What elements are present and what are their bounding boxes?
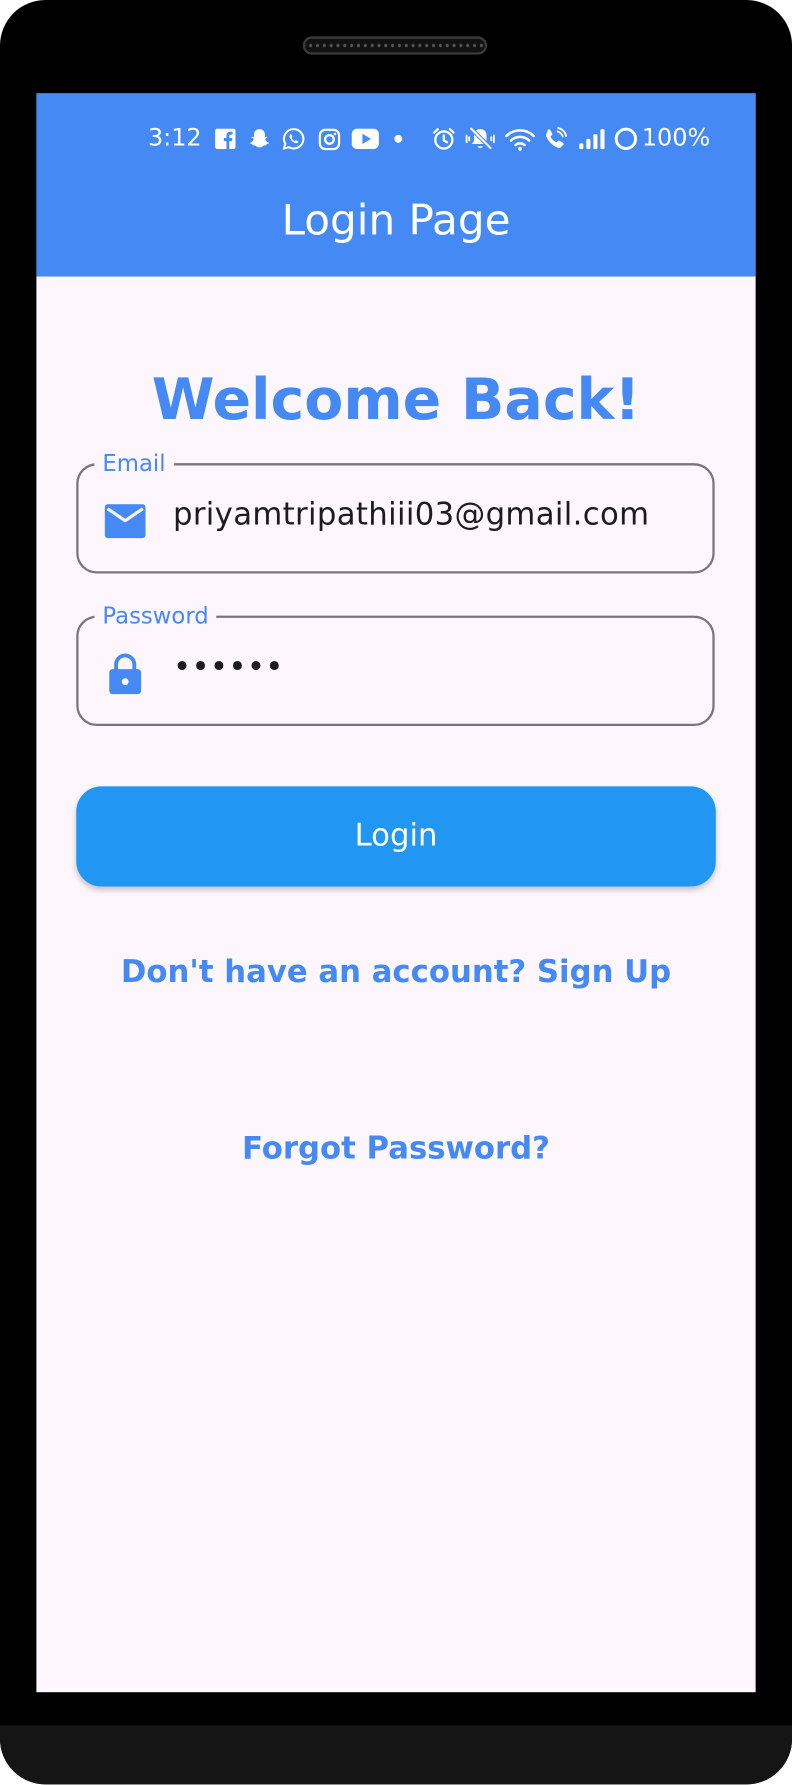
earpiece-speaker xyxy=(302,36,488,55)
app-bar: 3:12 100% Login Page xyxy=(36,93,756,277)
page-title: Login Page xyxy=(281,195,511,245)
forgot-password-link[interactable]: Forgot Password? xyxy=(36,1131,755,1166)
login-button[interactable]: Login xyxy=(76,786,716,887)
more-dot-icon xyxy=(385,123,412,155)
phone-frame: 3:12 100% Login Page Welcome Back! Email… xyxy=(0,0,792,1785)
mail-icon xyxy=(104,500,147,543)
alarm-icon xyxy=(430,123,457,155)
password-field[interactable]: Password •••••• xyxy=(76,602,715,727)
snapchat-icon xyxy=(246,123,273,155)
mute-icon xyxy=(464,123,496,155)
status-bar: 3:12 100% xyxy=(36,123,755,157)
password-input[interactable]: •••••• xyxy=(173,650,284,685)
status-time: 3:12 xyxy=(147,124,202,152)
battery-icon xyxy=(612,123,639,155)
youtube-icon xyxy=(351,123,381,155)
password-label: Password xyxy=(94,602,217,630)
lock-icon xyxy=(104,652,147,695)
email-input[interactable]: priyamtripathiii03@gmail.com xyxy=(173,497,649,532)
signup-link[interactable]: Don't have an account? Sign Up xyxy=(36,955,755,990)
instagram-icon xyxy=(315,123,342,155)
email-label: Email xyxy=(94,449,174,477)
wifi-icon xyxy=(504,123,536,155)
facebook-icon xyxy=(212,123,239,155)
battery-percentage: 100% xyxy=(641,124,711,152)
wifi-call-icon xyxy=(542,123,569,155)
email-field[interactable]: Email priyamtripathiii03@gmail.com xyxy=(76,449,715,574)
signal-icon xyxy=(578,123,608,155)
whatsapp-icon xyxy=(280,123,307,155)
app-screen: 3:12 100% Login Page Welcome Back! Email… xyxy=(36,93,756,1693)
welcome-heading: Welcome Back! xyxy=(151,366,641,433)
bottom-bezel xyxy=(0,1725,792,1785)
